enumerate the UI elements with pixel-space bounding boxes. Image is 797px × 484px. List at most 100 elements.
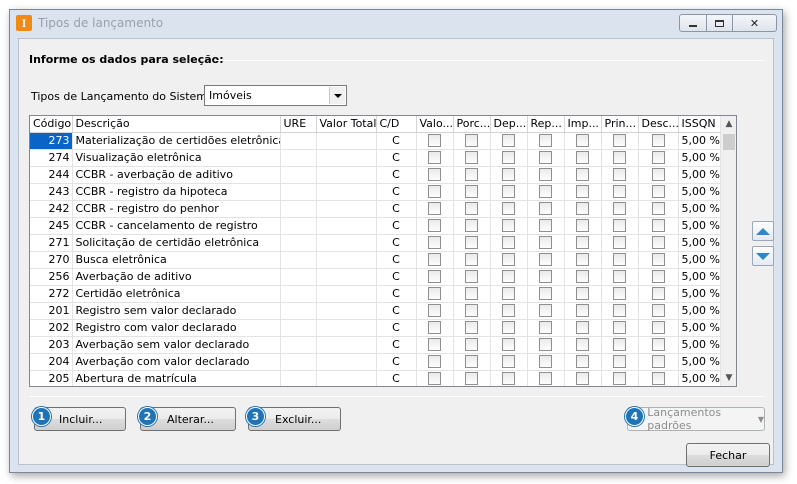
- row-checkbox[interactable]: [539, 372, 552, 386]
- row-checkbox[interactable]: [539, 287, 552, 301]
- table-row[interactable]: 270 Busca eletrônica C 5,00 %: [30, 251, 722, 269]
- row-checkbox[interactable]: [502, 321, 515, 335]
- row-checkbox[interactable]: [428, 304, 441, 318]
- fechar-button[interactable]: Fechar: [686, 443, 770, 467]
- row-checkbox[interactable]: [428, 219, 441, 233]
- row-checkbox[interactable]: [613, 321, 626, 335]
- table-row[interactable]: 202 Registro com valor declarado C 5,00 %: [30, 319, 722, 337]
- row-checkbox[interactable]: [465, 338, 478, 352]
- row-checkbox[interactable]: [613, 168, 626, 182]
- column-header[interactable]: Código: [30, 116, 73, 133]
- move-up-button[interactable]: [752, 221, 774, 241]
- table-row[interactable]: 244 CCBR - averbação de aditivo C 5,00 %: [30, 166, 722, 184]
- title-bar[interactable]: I Tipos de lançamento ✕: [10, 10, 782, 38]
- row-checkbox[interactable]: [651, 134, 665, 148]
- minimize-button[interactable]: [679, 14, 707, 32]
- row-checkbox[interactable]: [465, 372, 478, 386]
- row-checkbox[interactable]: [465, 185, 478, 199]
- row-checkbox[interactable]: [539, 151, 552, 165]
- column-header[interactable]: ISSQN: [678, 116, 722, 133]
- row-checkbox[interactable]: [502, 338, 515, 352]
- row-checkbox[interactable]: [465, 151, 478, 165]
- row-checkbox[interactable]: [428, 151, 441, 165]
- row-checkbox[interactable]: [502, 219, 515, 233]
- column-header[interactable]: Dep...: [490, 116, 528, 133]
- row-checkbox[interactable]: [651, 355, 665, 369]
- dropdown-arrow-button[interactable]: [329, 87, 345, 104]
- row-checkbox[interactable]: [576, 151, 589, 165]
- row-checkbox[interactable]: [613, 287, 626, 301]
- table-row[interactable]: 271 Solicitação de certidão eletrônica C 5,…: [30, 234, 722, 252]
- row-checkbox[interactable]: [502, 355, 515, 369]
- row-checkbox[interactable]: [539, 185, 552, 199]
- row-checkbox[interactable]: [428, 134, 441, 148]
- row-checkbox[interactable]: [428, 287, 441, 301]
- column-header[interactable]: Desc...: [638, 116, 679, 133]
- row-checkbox[interactable]: [651, 338, 665, 352]
- row-checkbox[interactable]: [539, 338, 552, 352]
- row-checkbox[interactable]: [613, 253, 626, 267]
- row-checkbox[interactable]: [465, 270, 478, 284]
- row-checkbox[interactable]: [502, 372, 515, 386]
- row-checkbox[interactable]: [576, 219, 589, 233]
- row-checkbox[interactable]: [651, 219, 665, 233]
- table-row[interactable]: 245 CCBR - cancelamento de registro C 5,00 …: [30, 217, 722, 235]
- row-checkbox[interactable]: [539, 321, 552, 335]
- row-checkbox[interactable]: [613, 185, 626, 199]
- row-checkbox[interactable]: [502, 202, 515, 216]
- table-row[interactable]: 242 CCBR - registro do penhor C 5,00 %: [30, 200, 722, 218]
- table-row[interactable]: 205 Abertura de matrícula C 5,00 %: [30, 370, 722, 386]
- row-checkbox[interactable]: [651, 321, 665, 335]
- row-checkbox[interactable]: [428, 236, 441, 250]
- row-checkbox[interactable]: [465, 355, 478, 369]
- row-checkbox[interactable]: [428, 185, 441, 199]
- row-checkbox[interactable]: [651, 185, 665, 199]
- table-row[interactable]: 243 CCBR - registro da hipoteca C 5,00 %: [30, 183, 722, 201]
- row-checkbox[interactable]: [502, 270, 515, 284]
- scroll-down-icon[interactable]: ▼: [721, 370, 736, 386]
- close-button[interactable]: ✕: [733, 14, 777, 32]
- row-checkbox[interactable]: [576, 253, 589, 267]
- row-checkbox[interactable]: [651, 270, 665, 284]
- row-checkbox[interactable]: [613, 236, 626, 250]
- row-checkbox[interactable]: [613, 151, 626, 165]
- row-checkbox[interactable]: [428, 168, 441, 182]
- row-checkbox[interactable]: [465, 304, 478, 318]
- scroll-up-icon[interactable]: ▲: [721, 116, 736, 132]
- column-header[interactable]: C/D: [376, 116, 417, 133]
- row-checkbox[interactable]: [651, 372, 665, 386]
- row-checkbox[interactable]: [465, 168, 478, 182]
- row-checkbox[interactable]: [502, 134, 515, 148]
- row-checkbox[interactable]: [613, 338, 626, 352]
- table-row[interactable]: 274 Visualização eletrônica C 5,00 %: [30, 149, 722, 167]
- row-checkbox[interactable]: [651, 304, 665, 318]
- row-checkbox[interactable]: [651, 287, 665, 301]
- row-checkbox[interactable]: [613, 202, 626, 216]
- row-checkbox[interactable]: [465, 253, 478, 267]
- row-checkbox[interactable]: [539, 219, 552, 233]
- row-checkbox[interactable]: [465, 321, 478, 335]
- column-header[interactable]: Valor Total: [316, 116, 377, 133]
- row-checkbox[interactable]: [502, 304, 515, 318]
- row-checkbox[interactable]: [576, 270, 589, 284]
- row-checkbox[interactable]: [428, 372, 441, 386]
- table-row[interactable]: 204 Averbação com valor declarado C 5,00 %: [30, 353, 722, 371]
- row-checkbox[interactable]: [651, 236, 665, 250]
- row-checkbox[interactable]: [502, 168, 515, 182]
- row-checkbox[interactable]: [576, 168, 589, 182]
- scroll-thumb[interactable]: [723, 134, 735, 150]
- row-checkbox[interactable]: [613, 219, 626, 233]
- row-checkbox[interactable]: [651, 202, 665, 216]
- row-checkbox[interactable]: [576, 304, 589, 318]
- row-checkbox[interactable]: [502, 151, 515, 165]
- column-header[interactable]: Descrição: [72, 116, 281, 133]
- row-checkbox[interactable]: [539, 355, 552, 369]
- row-checkbox[interactable]: [428, 270, 441, 284]
- table-row[interactable]: 256 Averbação de aditivo C 5,00 %: [30, 268, 722, 286]
- column-header[interactable]: Valo...: [416, 116, 454, 133]
- table-row[interactable]: 203 Averbação sem valor declarado C 5,00 %: [30, 336, 722, 354]
- row-checkbox[interactable]: [576, 236, 589, 250]
- row-checkbox[interactable]: [539, 236, 552, 250]
- row-checkbox[interactable]: [539, 270, 552, 284]
- row-checkbox[interactable]: [651, 168, 665, 182]
